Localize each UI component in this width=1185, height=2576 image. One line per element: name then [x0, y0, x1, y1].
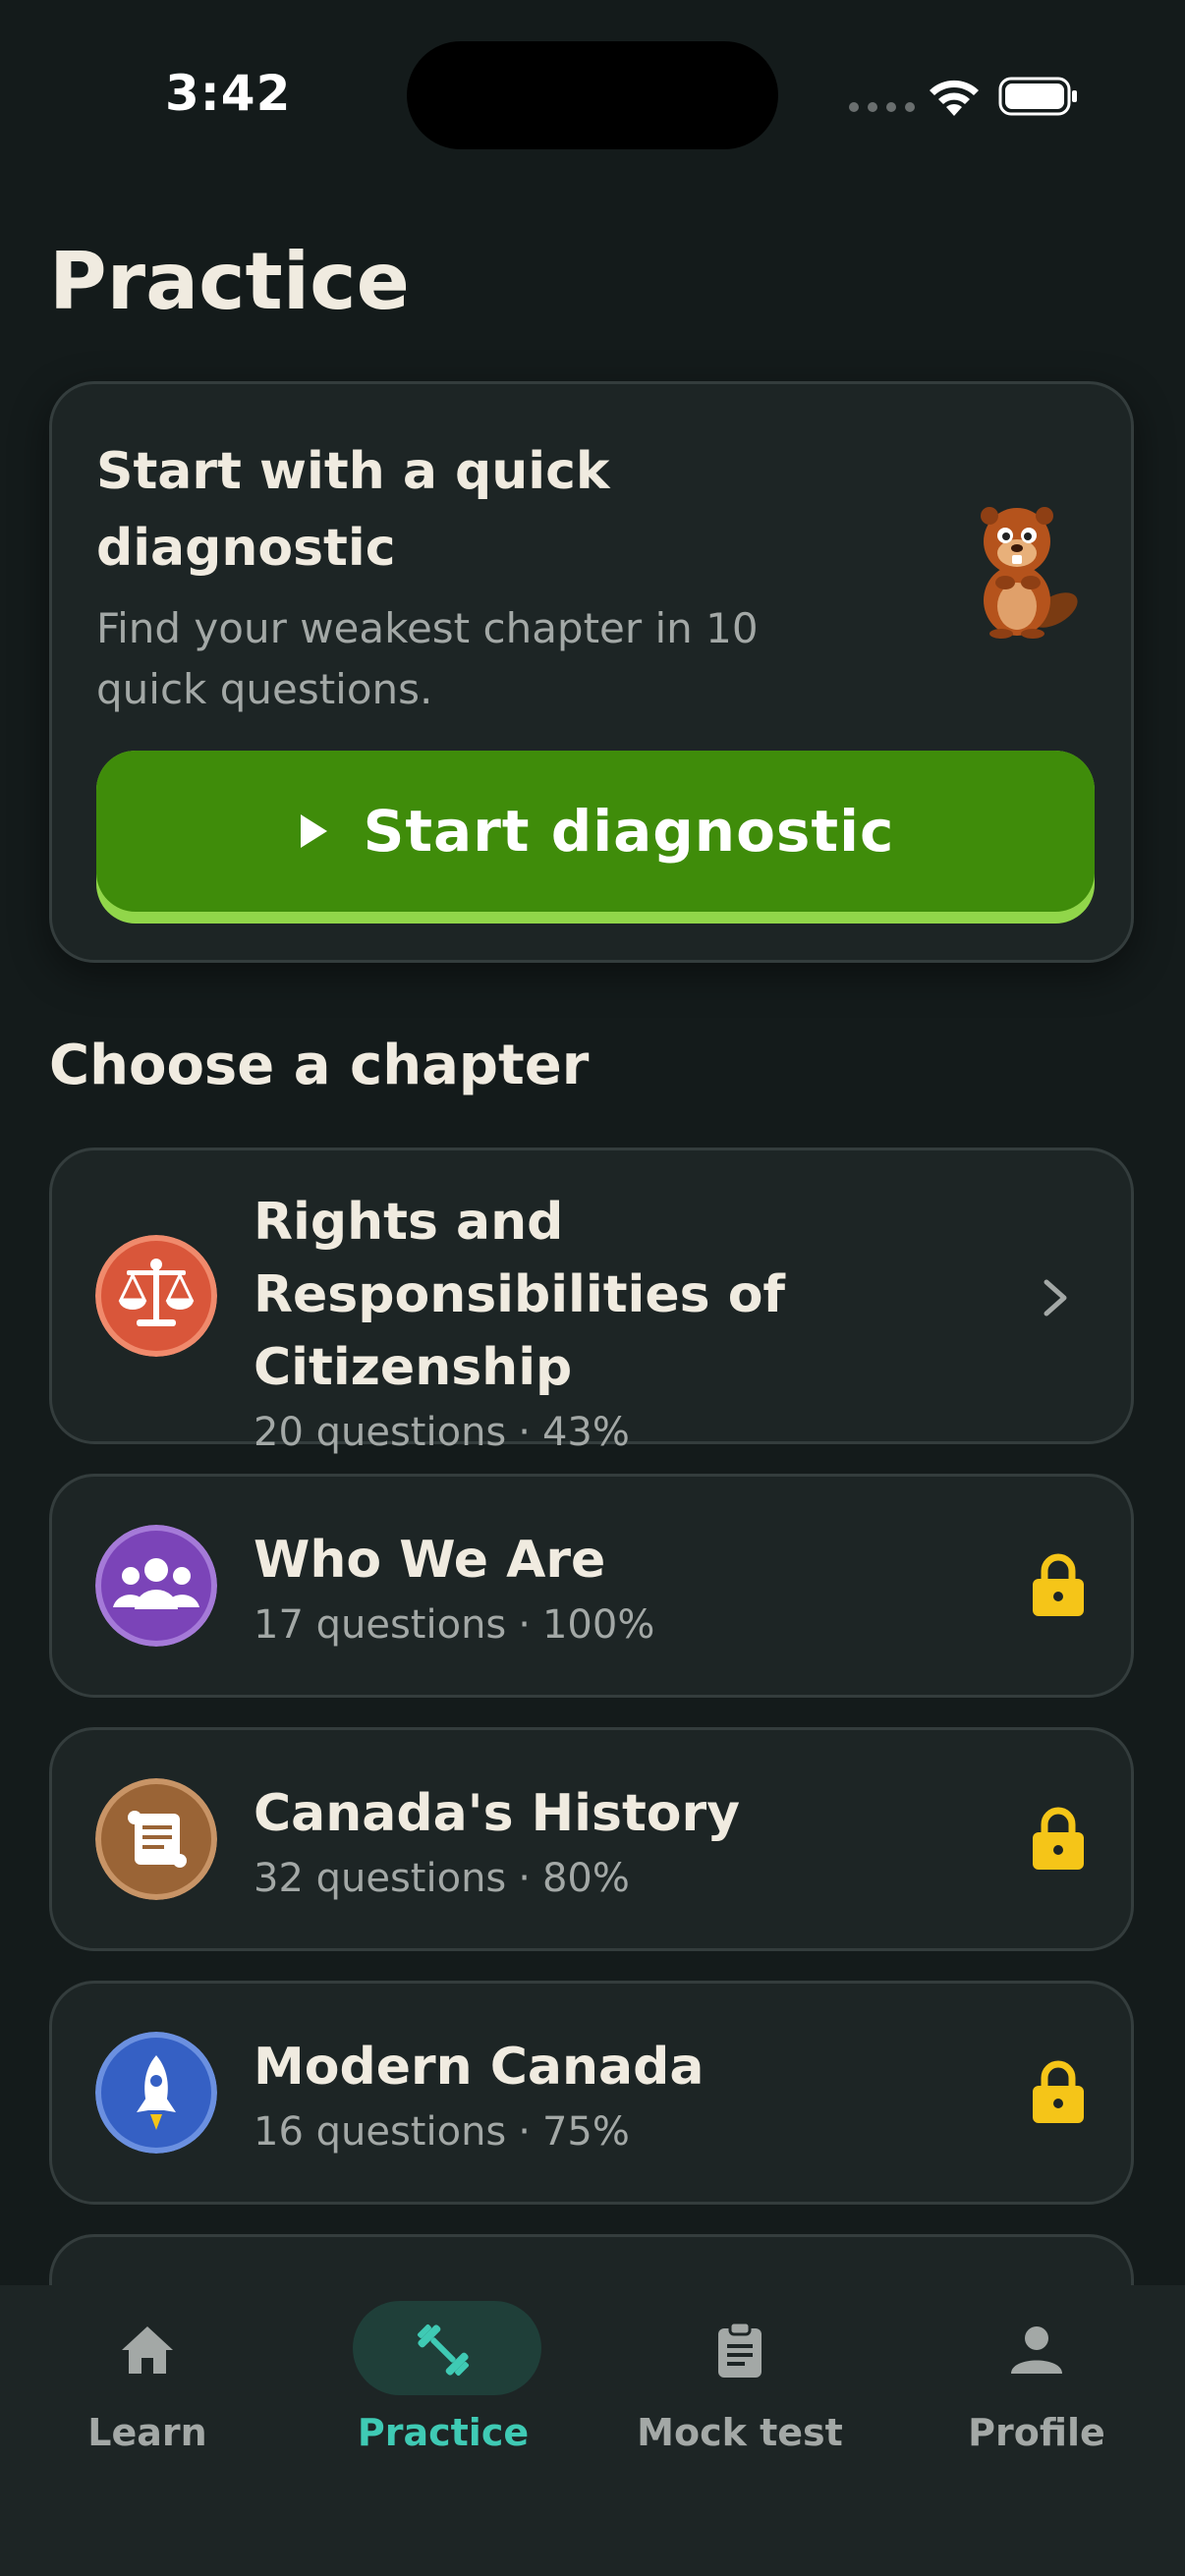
chapter-question-count: 17 questions — [254, 1602, 507, 1648]
diagnostic-title: Start with a quick diagnostic — [96, 442, 610, 578]
tab-mock-test-label: Mock test — [637, 2411, 843, 2454]
start-diagnostic-button[interactable]: Start diagnostic — [96, 751, 1095, 924]
chapter-text: Who We Are 17 questions · 100% — [254, 1524, 1030, 1648]
meta-separator: · — [518, 1856, 531, 1901]
start-diagnostic-button-face: Start diagnostic — [96, 751, 1095, 912]
tab-practice-label: Practice — [357, 2411, 530, 2454]
chapter-card-canadas-history[interactable]: Canada's History 32 questions · 80% — [49, 1727, 1134, 1951]
meta-separator: · — [518, 1410, 531, 1455]
battery-icon — [998, 77, 1077, 116]
diagnostic-card: Start with a quick diagnostic Find your … — [49, 381, 1134, 963]
tab-learn[interactable]: Learn — [29, 2285, 265, 2482]
tab-profile-label: Profile — [968, 2411, 1105, 2454]
chapter-question-count: 20 questions — [254, 1410, 507, 1455]
chapter-title: Who We Are — [254, 1531, 606, 1590]
meta-separator: · — [518, 1602, 531, 1648]
lock-icon — [1033, 1553, 1084, 1616]
choose-chapter-heading: Choose a chapter — [49, 1034, 590, 1097]
start-diagnostic-label: Start diagnostic — [363, 798, 895, 865]
dumbbell-icon — [417, 2324, 470, 2377]
chapter-question-count: 32 questions — [254, 1856, 507, 1901]
chapter-progress: 75% — [541, 2109, 630, 2155]
tab-profile[interactable]: Profile — [919, 2285, 1155, 2482]
chapter-progress: 100% — [541, 1602, 655, 1648]
people-icon — [95, 1525, 217, 1647]
rocket-icon — [95, 2032, 217, 2154]
chapter-title: Canada's History — [254, 1784, 741, 1843]
tab-practice[interactable]: Practice — [325, 2285, 561, 2482]
scroll-icon — [95, 1778, 217, 1900]
chapter-card-modern-canada[interactable]: Modern Canada 16 questions · 75% — [49, 1981, 1134, 2205]
wifi-icon — [930, 80, 979, 116]
chapter-meta: 32 questions · 80% — [254, 1856, 1030, 1901]
page-title: Practice — [49, 236, 410, 327]
person-icon — [1011, 2326, 1062, 2374]
chapter-question-count: 16 questions — [254, 2109, 507, 2155]
cellular-signal-icon — [849, 102, 915, 112]
status-time: 3:42 — [165, 65, 292, 122]
clipboard-icon — [718, 2321, 762, 2378]
tab-bar: Learn Practice Mock test Profile — [0, 2285, 1185, 2576]
chapter-progress: 43% — [541, 1410, 630, 1455]
chapter-title: Modern Canada — [254, 2038, 705, 2097]
lock-icon — [1033, 2060, 1084, 2123]
diagnostic-subtitle: Find your weakest chapter in 10 quick qu… — [96, 604, 759, 713]
chevron-right-icon — [1044, 1279, 1067, 1316]
chapter-meta: 20 questions · 43% — [254, 1410, 1030, 1455]
chapter-meta: 17 questions · 100% — [254, 1602, 1030, 1648]
chapter-text: Rights and Responsibilities of Citizensh… — [254, 1186, 1030, 1455]
scales-icon — [95, 1235, 217, 1357]
status-bar: 3:42 — [0, 0, 1185, 177]
meta-separator: · — [518, 2109, 531, 2155]
tab-learn-label: Learn — [87, 2411, 207, 2454]
chapter-title: Rights and Responsibilities of Citizensh… — [254, 1193, 786, 1397]
lock-icon — [1033, 1807, 1084, 1870]
chapter-meta: 16 questions · 75% — [254, 2109, 1030, 2155]
play-icon — [300, 814, 327, 848]
chapter-card-rights[interactable]: Rights and Responsibilities of Citizensh… — [49, 1148, 1134, 1455]
beaver-mascot-icon — [981, 507, 1078, 639]
tab-mock-test[interactable]: Mock test — [622, 2285, 858, 2482]
home-icon — [122, 2326, 173, 2374]
chapter-text: Canada's History 32 questions · 80% — [254, 1777, 1030, 1901]
chapter-text: Modern Canada 16 questions · 75% — [254, 2031, 1030, 2155]
chapter-card-who-we-are[interactable]: Who We Are 17 questions · 100% — [49, 1474, 1134, 1698]
dynamic-island — [407, 41, 778, 149]
chapter-progress: 80% — [541, 1856, 630, 1901]
